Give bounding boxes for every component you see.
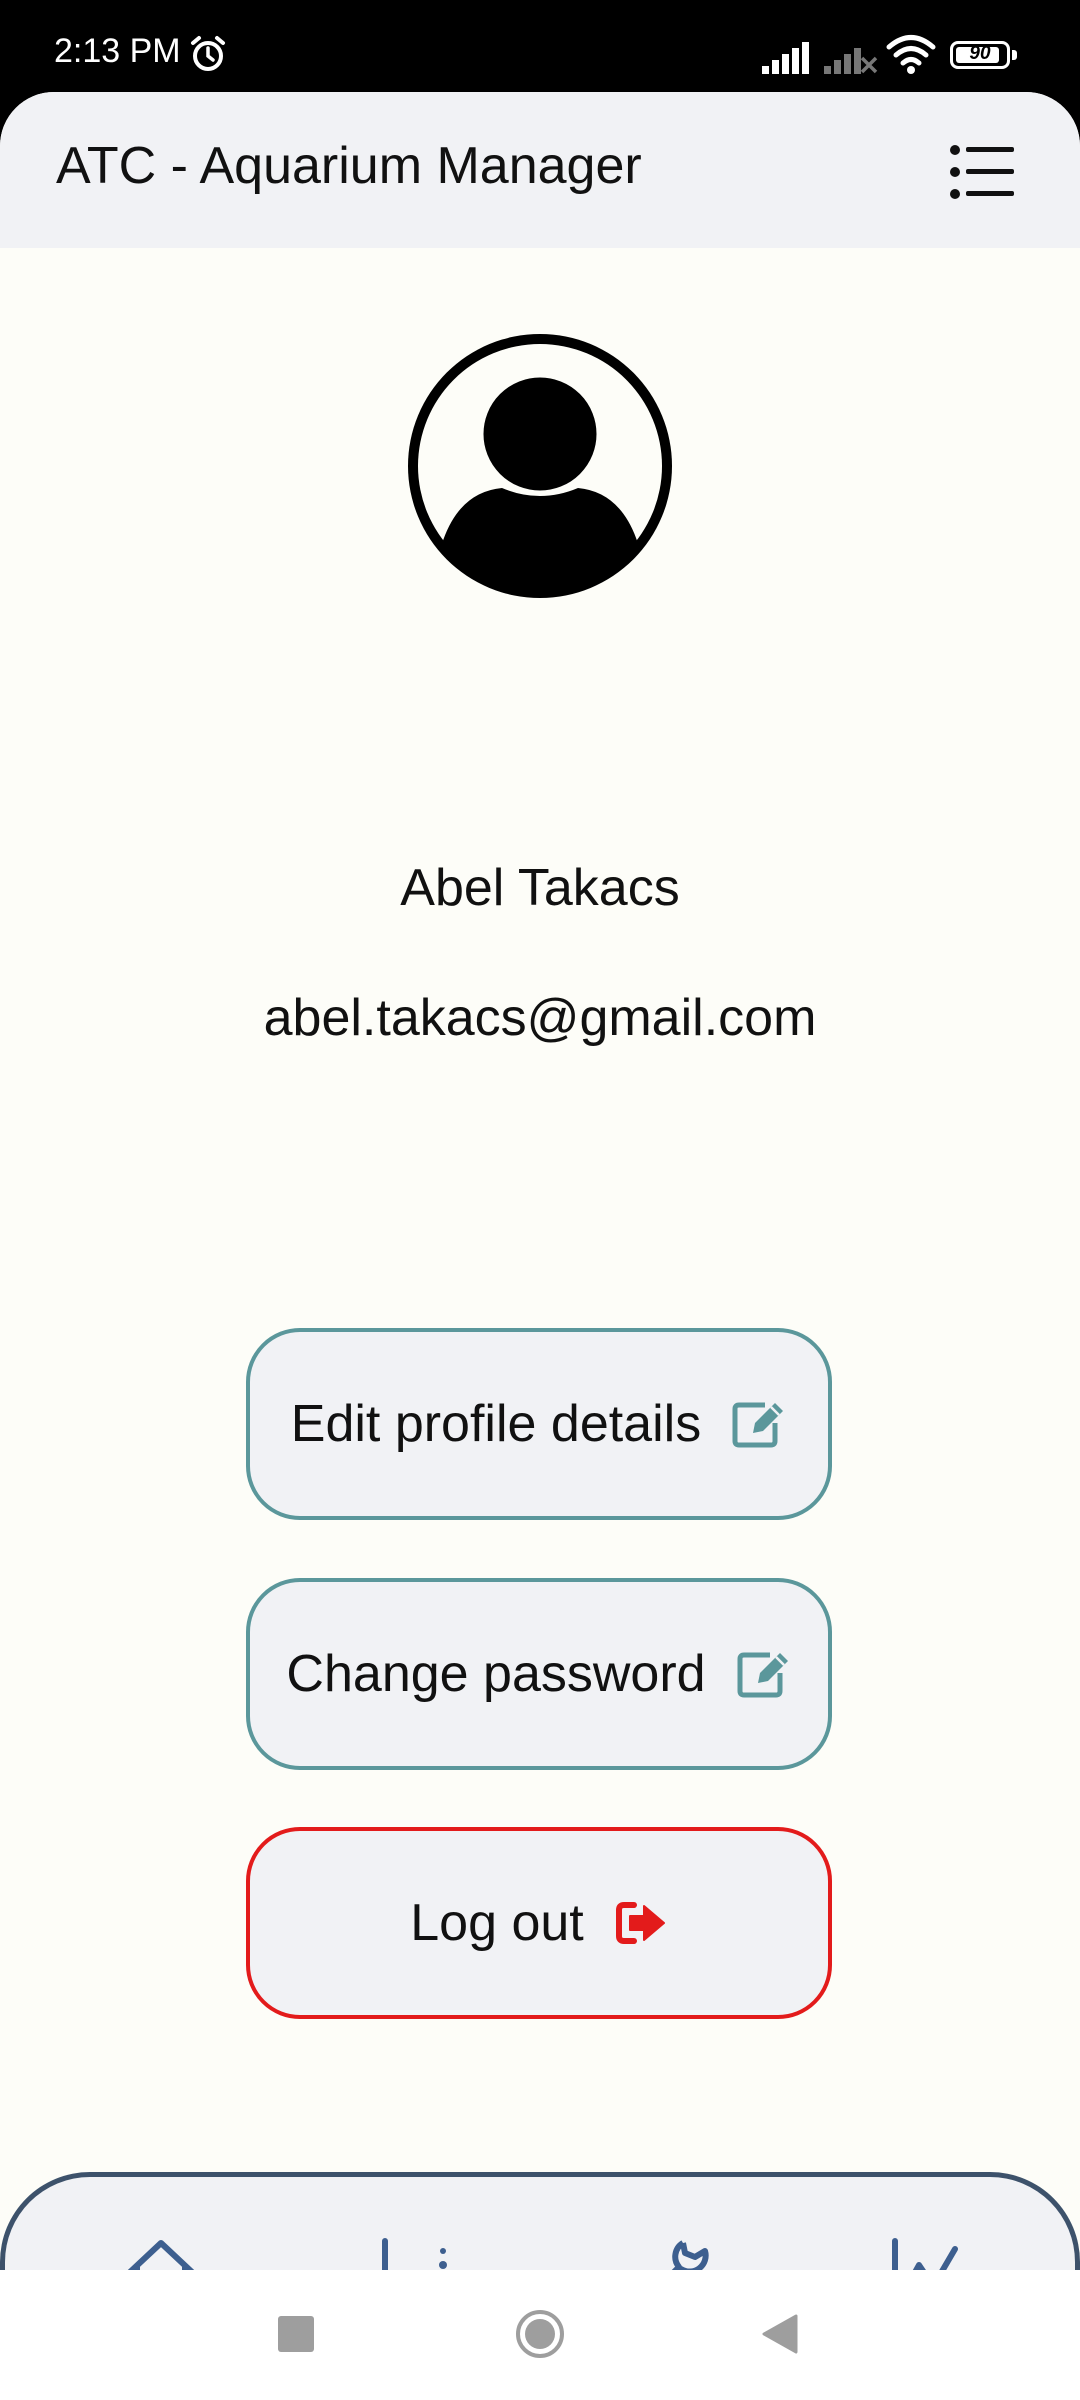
app-screen: ATC - Aquarium Manager Abel Takacs abel.… (0, 92, 1080, 2270)
recent-apps-button[interactable] (278, 2316, 314, 2352)
wifi-icon (886, 35, 936, 74)
edit-icon (732, 1402, 784, 1448)
back-button[interactable] (760, 2312, 800, 2356)
battery-icon: 90 (950, 41, 1010, 69)
signal-no-sim-icon (824, 48, 878, 74)
logout-icon (615, 1902, 665, 1944)
scatter-chart-icon (382, 2238, 447, 2270)
edit-profile-button[interactable]: Edit profile details (246, 1328, 832, 1520)
change-password-label: Change password (286, 1645, 706, 1703)
nav-maintenance-button[interactable] (631, 2233, 715, 2270)
wrench-icon (671, 2240, 709, 2270)
status-time: 2:13 PM (54, 32, 181, 70)
edit-icon (737, 1652, 788, 1698)
list-menu-icon (950, 145, 1014, 199)
nav-measurements-button[interactable] (375, 2233, 459, 2270)
app-header: ATC - Aquarium Manager (0, 92, 1080, 248)
user-circle-icon (408, 334, 672, 598)
signal-icon (762, 42, 809, 74)
logout-label: Log out (410, 1894, 584, 1952)
user-email: abel.takacs@gmail.com (263, 989, 817, 1047)
system-nav-bar (0, 2270, 1080, 2400)
edit-profile-label: Edit profile details (290, 1395, 702, 1453)
bottom-nav (0, 2172, 1080, 2270)
menu-button[interactable] (944, 134, 1020, 210)
alarm-icon (191, 36, 225, 71)
nav-statistics-button[interactable] (885, 2233, 969, 2270)
line-chart-icon (892, 2238, 958, 2270)
change-password-button[interactable]: Change password (246, 1578, 832, 1770)
battery-level: 90 (969, 43, 991, 64)
user-name: Abel Takacs (400, 859, 680, 917)
logout-button[interactable]: Log out (246, 1827, 832, 2019)
home-icon (127, 2240, 195, 2270)
system-home-button[interactable] (514, 2308, 566, 2360)
page-title: ATC - Aquarium Manager (56, 137, 642, 195)
battery-tip (1012, 50, 1017, 60)
status-bar: 2:13 PM 90 (0, 0, 1080, 100)
nav-home-button[interactable] (119, 2233, 203, 2270)
